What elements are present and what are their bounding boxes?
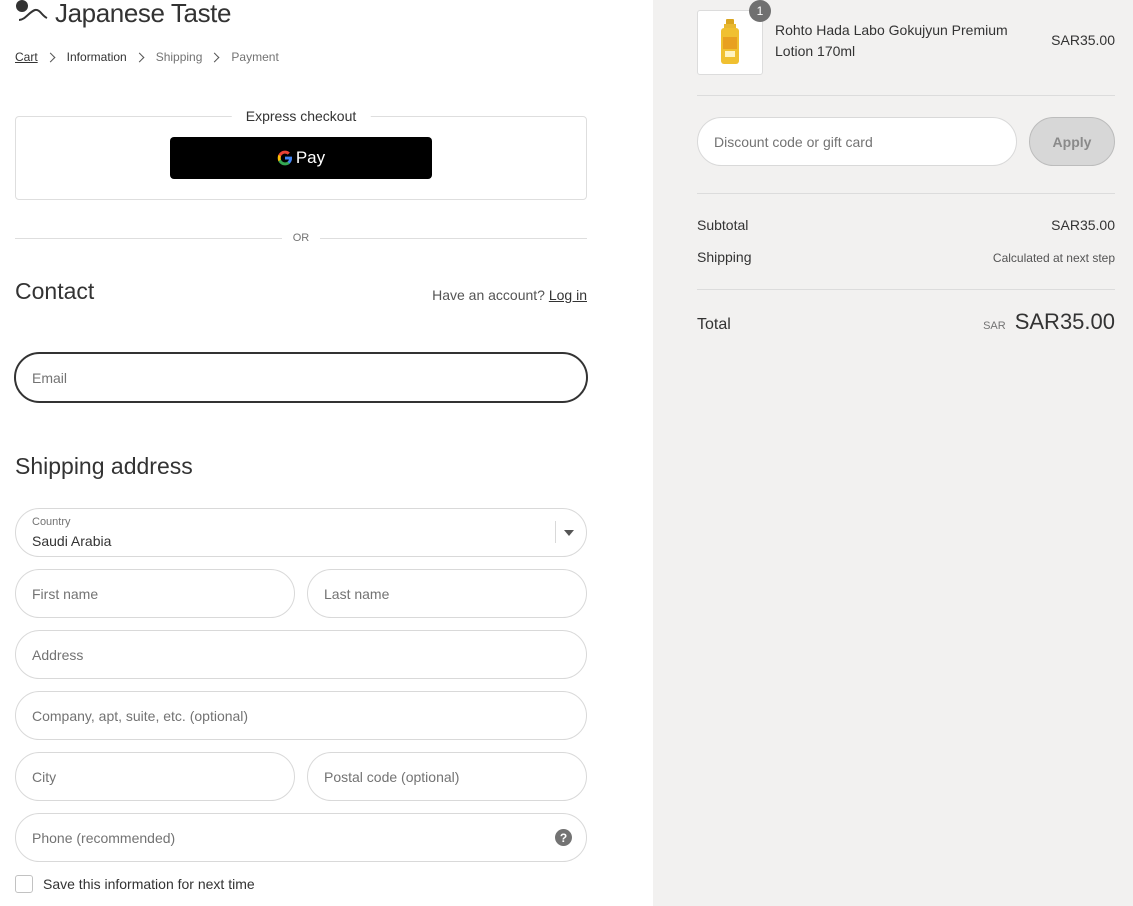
country-select[interactable]: Country Saudi Arabia bbox=[15, 508, 587, 557]
save-info-label: Save this information for next time bbox=[43, 876, 255, 892]
summary-divider bbox=[697, 95, 1115, 96]
total-row: Total SAR SAR35.00 bbox=[697, 309, 1115, 335]
apply-discount-button[interactable]: Apply bbox=[1029, 117, 1115, 166]
divider-line bbox=[320, 237, 587, 239]
brand-name: Japanese Taste bbox=[55, 0, 232, 28]
company-placeholder: Company, apt, suite, etc. (optional) bbox=[32, 707, 249, 724]
quantity-badge: 1 bbox=[749, 0, 771, 22]
last-name-placeholder: Last name bbox=[324, 585, 390, 602]
caret-down-icon bbox=[564, 530, 574, 536]
breadcrumb-shipping: Shipping bbox=[155, 50, 203, 64]
chevron-right-icon bbox=[45, 52, 56, 62]
summary-divider bbox=[697, 193, 1115, 194]
express-checkout-title: Express checkout bbox=[231, 108, 371, 124]
total-label: Total bbox=[697, 316, 731, 333]
subtotal-label: Subtotal bbox=[697, 217, 749, 233]
save-info-checkbox[interactable] bbox=[15, 875, 33, 893]
subtotal-value: SAR35.00 bbox=[1051, 217, 1115, 233]
chevron-right-icon bbox=[209, 52, 220, 62]
subtotal-row: Subtotal SAR35.00 bbox=[697, 217, 1115, 233]
city-placeholder: City bbox=[32, 768, 57, 785]
total-amount: SAR SAR35.00 bbox=[983, 309, 1115, 335]
account-prompt: Have an account? Log in bbox=[432, 287, 587, 303]
breadcrumb-payment: Payment bbox=[231, 50, 279, 64]
last-name-field[interactable]: Last name bbox=[307, 569, 587, 618]
lotion-bottle-icon bbox=[721, 19, 739, 64]
phone-field[interactable]: Phone (recommended) ? bbox=[15, 813, 587, 862]
divider-line bbox=[15, 237, 282, 239]
select-separator bbox=[555, 521, 556, 543]
summary-divider bbox=[697, 289, 1115, 290]
google-pay-button[interactable]: Pay bbox=[170, 137, 432, 179]
logo-mark-icon bbox=[16, 0, 48, 21]
product-name: Rohto Hada Labo Gokujyun Premium Lotion … bbox=[775, 22, 1008, 59]
company-field[interactable]: Company, apt, suite, etc. (optional) bbox=[15, 691, 587, 740]
address-field[interactable]: Address bbox=[15, 630, 587, 679]
help-icon[interactable]: ? bbox=[555, 829, 572, 846]
email-field[interactable] bbox=[14, 352, 588, 403]
first-name-field[interactable]: First name bbox=[15, 569, 295, 618]
product-price: SAR35.00 bbox=[1051, 32, 1115, 48]
city-field[interactable]: City bbox=[15, 752, 295, 801]
google-g-icon bbox=[277, 150, 292, 166]
shipping-label: Shipping bbox=[697, 249, 752, 265]
shipping-row: Shipping Calculated at next step bbox=[697, 249, 1115, 265]
account-prompt-text: Have an account? bbox=[432, 287, 545, 303]
checkout-main: Japanese Taste Cart Information Shipping… bbox=[0, 0, 653, 906]
order-summary: 1 Rohto Hada Labo Gokujyun Premium Lotio… bbox=[653, 0, 1133, 906]
total-value: SAR35.00 bbox=[1014, 309, 1115, 334]
first-name-placeholder: First name bbox=[32, 585, 99, 602]
address-placeholder: Address bbox=[32, 646, 84, 663]
google-pay-label: Pay bbox=[295, 148, 326, 167]
breadcrumb: Cart Information Shipping Payment bbox=[15, 50, 279, 64]
phone-placeholder: Phone (recommended) bbox=[32, 829, 176, 846]
contact-heading: Contact bbox=[15, 278, 95, 304]
shipping-address-heading: Shipping address bbox=[15, 453, 193, 479]
shipping-value: Calculated at next step bbox=[992, 251, 1115, 265]
breadcrumb-information: Information bbox=[66, 50, 127, 64]
login-link[interactable]: Log in bbox=[549, 287, 587, 303]
or-label: OR bbox=[292, 232, 310, 244]
breadcrumb-cart[interactable]: Cart bbox=[15, 50, 38, 64]
country-label: Country bbox=[32, 516, 71, 528]
brand-logo[interactable]: Japanese Taste bbox=[15, 0, 231, 30]
or-divider: OR bbox=[15, 230, 587, 246]
total-currency: SAR bbox=[983, 320, 1006, 332]
save-info-option[interactable]: Save this information for next time bbox=[15, 875, 255, 893]
postal-code-placeholder: Postal code (optional) bbox=[324, 768, 460, 785]
country-value: Saudi Arabia bbox=[32, 533, 112, 549]
express-checkout: Express checkout Pay bbox=[15, 108, 587, 200]
chevron-right-icon bbox=[134, 52, 145, 62]
postal-code-field[interactable]: Postal code (optional) bbox=[307, 752, 587, 801]
discount-code-field[interactable] bbox=[697, 117, 1017, 166]
